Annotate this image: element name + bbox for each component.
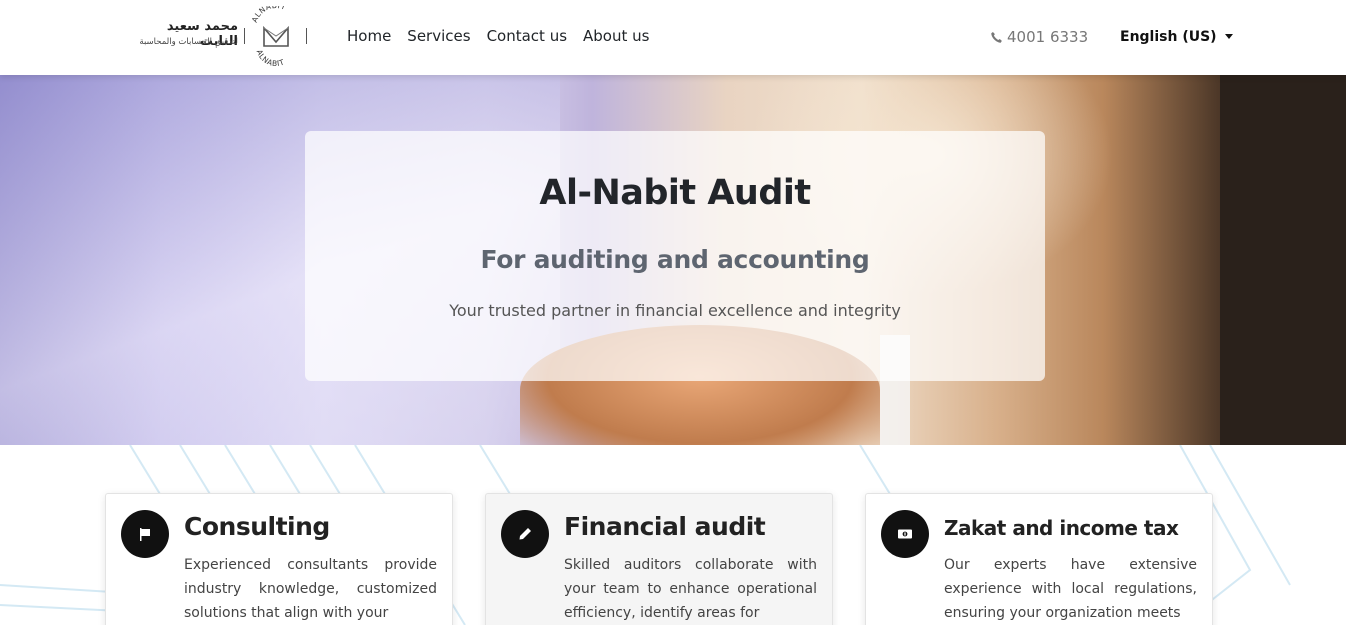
main-nav: Home Services Contact us About us (347, 27, 649, 45)
nav-contact-us[interactable]: Contact us (487, 27, 567, 45)
hero-subtitle: For auditing and accounting (480, 245, 870, 274)
hero-image-suit (1220, 75, 1346, 445)
hero-card: Al-Nabit Audit For auditing and accounti… (305, 131, 1045, 381)
nav-services[interactable]: Services (407, 27, 470, 45)
service-description: Skilled auditors collaborate with your t… (564, 557, 817, 621)
services-section: Consulting Experienced consultants provi… (0, 445, 1346, 625)
service-description: Our experts have extensive experience wi… (944, 557, 1197, 621)
emblem-text-bottom: ALNABIT (255, 48, 286, 66)
hero-tagline: Your trusted partner in financial excell… (449, 301, 901, 320)
emblem-text-top: ALNABIT (250, 6, 287, 24)
hero-title: Al-Nabit Audit (539, 173, 811, 213)
navbar: محمد سعيد النابت لتدقيق الحسابات والمحاس… (0, 0, 1346, 75)
money-icon (881, 510, 929, 558)
service-card-zakat-income-tax[interactable]: Zakat and income tax Our experts have ex… (865, 493, 1213, 625)
phone-icon (991, 31, 1002, 43)
service-description: Experienced consultants provide industry… (184, 557, 437, 621)
nav-about-us[interactable]: About us (583, 27, 649, 45)
service-title: Financial audit (564, 512, 766, 541)
language-dropdown[interactable]: English (US) (1120, 29, 1233, 45)
service-title: Consulting (184, 512, 330, 541)
brand-logo[interactable]: محمد سعيد النابت لتدقيق الحسابات والمحاس… (126, 6, 311, 66)
brand-arabic-subtitle: لتدقيق الحسابات والمحاسبة (139, 37, 238, 47)
service-card-consulting[interactable]: Consulting Experienced consultants provi… (105, 493, 453, 625)
hero-banner: Al-Nabit Audit For auditing and accounti… (0, 75, 1346, 445)
nav-home[interactable]: Home (347, 27, 391, 45)
svg-text:ALNABIT: ALNABIT (250, 6, 287, 24)
language-label: English (US) (1120, 29, 1217, 45)
service-card-financial-audit[interactable]: Financial audit Skilled auditors collabo… (485, 493, 833, 625)
logo-divider (306, 28, 307, 44)
logo-divider (244, 28, 245, 44)
service-title: Zakat and income tax (944, 516, 1179, 540)
brand-emblem-icon: ALNABIT ALNABIT (250, 6, 289, 66)
phone-link[interactable]: 4001 6333 (990, 28, 1088, 46)
flag-icon (121, 510, 169, 558)
svg-text:ALNABIT: ALNABIT (255, 48, 286, 66)
pencil-icon (501, 510, 549, 558)
caret-down-icon (1224, 33, 1233, 39)
phone-number: 4001 6333 (1007, 28, 1089, 46)
